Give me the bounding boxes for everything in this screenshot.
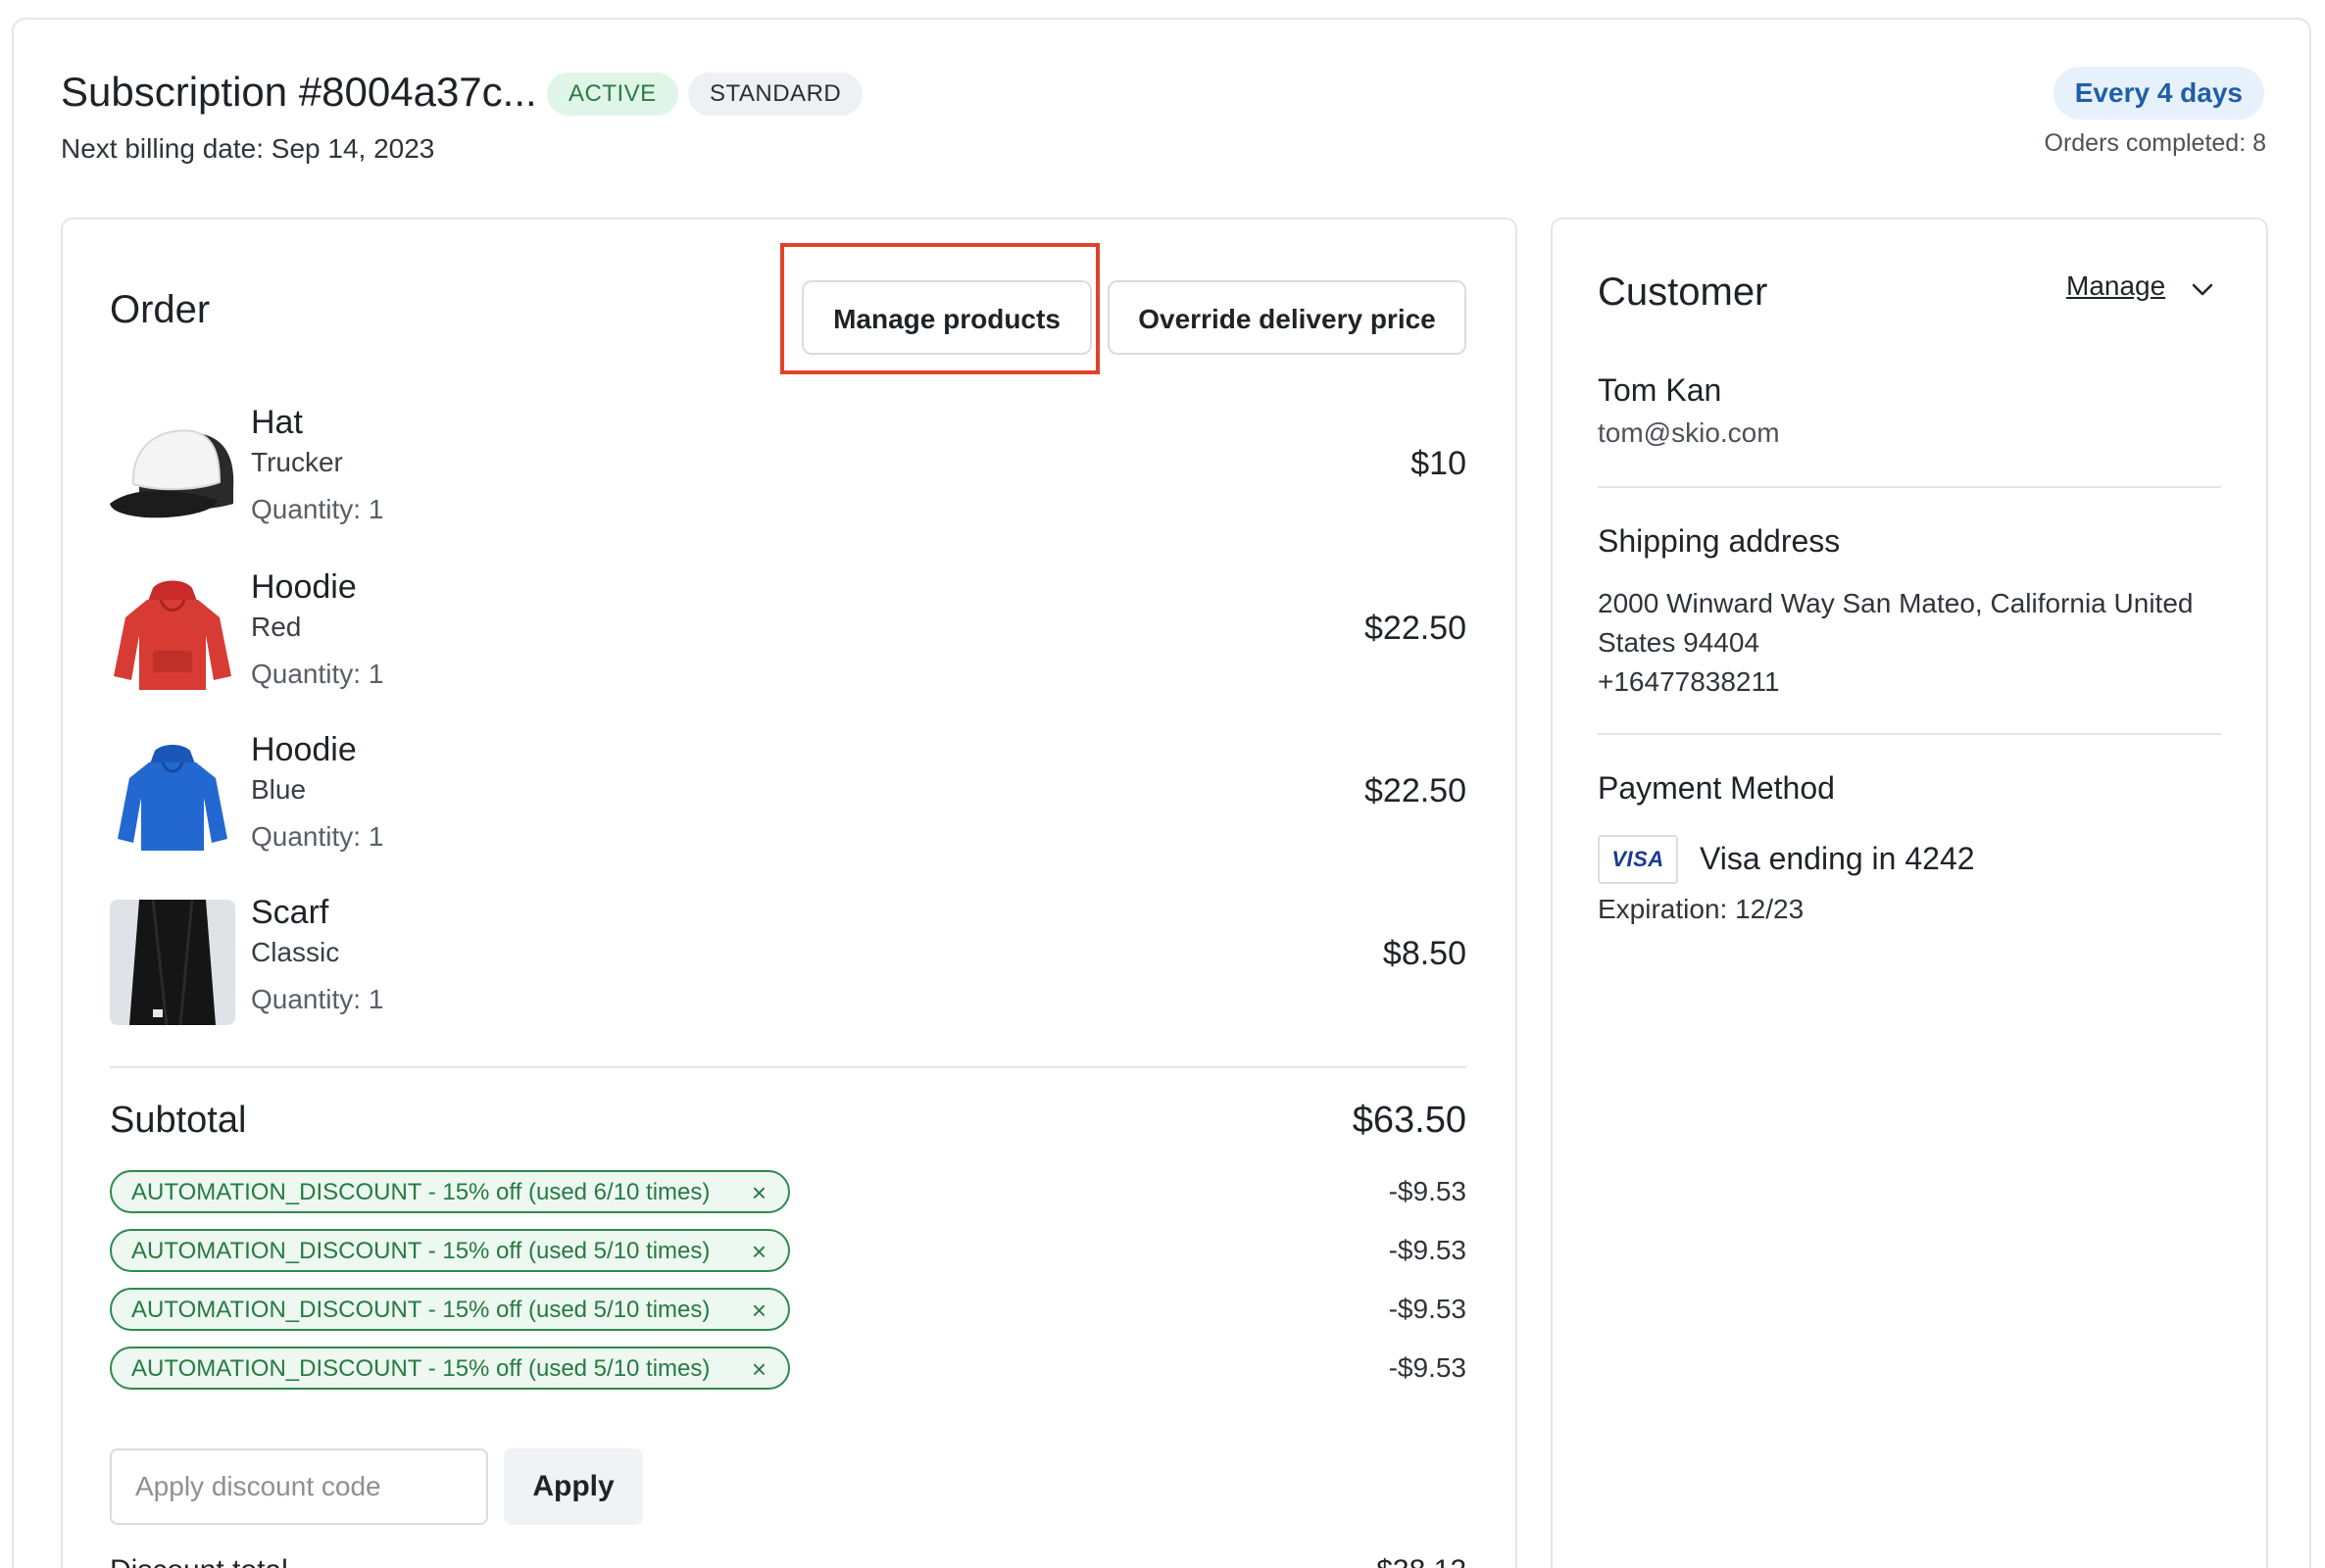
product-quantity: Quantity: 1	[251, 494, 384, 524]
product-variant: Blue	[251, 774, 307, 805]
product-name: Hat	[251, 404, 303, 441]
product-variant: Trucker	[251, 447, 343, 477]
discount-label: AUTOMATION_DISCOUNT - 15% off (used 5/10…	[131, 1297, 711, 1323]
customer-heading: Customer	[1598, 270, 1768, 314]
discount-label: AUTOMATION_DISCOUNT - 15% off (used 6/10…	[131, 1179, 711, 1205]
customer-manage-link[interactable]: Manage	[2066, 270, 2165, 302]
highlight-box	[780, 243, 1100, 374]
product-price: $22.50	[1364, 610, 1466, 647]
product-variant: Red	[251, 612, 302, 642]
shipping-address: 2000 Winward Way San Mateo, California U…	[1598, 584, 2225, 702]
product-row: Hoodie Blue Quantity: 1 $22.50	[110, 727, 1466, 864]
product-row: Hoodie Red Quantity: 1 $22.50	[110, 564, 1466, 702]
card-description: Visa ending in 4242	[1700, 841, 1975, 876]
customer-email: tom@skio.com	[1598, 417, 1780, 448]
discount-total-value: -$38.12	[1366, 1554, 1466, 1568]
discount-row: AUTOMATION_DISCOUNT - 15% off (used 5/10…	[110, 1288, 1466, 1333]
visa-icon: VISA	[1598, 835, 1678, 884]
product-quantity: Quantity: 1	[251, 984, 384, 1014]
status-badge: ACTIVE	[547, 73, 678, 116]
discount-label: AUTOMATION_DISCOUNT - 15% off (used 5/10…	[131, 1355, 711, 1382]
override-delivery-price-button[interactable]: Override delivery price	[1108, 280, 1466, 355]
customer-name: Tom Kan	[1598, 372, 1722, 408]
subscription-title: Subscription #8004a37c...	[61, 69, 537, 115]
orders-completed: Orders completed: 8	[2044, 129, 2267, 157]
remove-discount-icon[interactable]: ×	[752, 1290, 767, 1331]
discount-pill: AUTOMATION_DISCOUNT - 15% off (used 5/10…	[110, 1229, 790, 1272]
product-price: $10	[1410, 445, 1466, 482]
product-name: Scarf	[251, 894, 329, 931]
discount-row: AUTOMATION_DISCOUNT - 15% off (used 5/10…	[110, 1229, 1466, 1274]
product-name: Hoodie	[251, 568, 357, 606]
address-text: 2000 Winward Way San Mateo, California U…	[1598, 588, 2194, 658]
discount-code-input[interactable]	[110, 1448, 488, 1525]
product-row: Scarf Classic Quantity: 1 $8.50	[110, 890, 1466, 1027]
product-quantity: Quantity: 1	[251, 821, 384, 852]
frequency-badge: Every 4 days	[2053, 67, 2264, 120]
order-divider	[110, 1066, 1466, 1068]
shipping-address-title: Shipping address	[1598, 523, 1841, 559]
discount-row: AUTOMATION_DISCOUNT - 15% off (used 5/10…	[110, 1347, 1466, 1392]
type-badge: STANDARD	[688, 73, 864, 116]
apply-discount-button[interactable]: Apply	[504, 1448, 643, 1525]
discount-amount: -$9.53	[1388, 1235, 1466, 1265]
customer-divider	[1598, 486, 2221, 488]
discount-amount: -$9.53	[1388, 1176, 1466, 1206]
discount-pill: AUTOMATION_DISCOUNT - 15% off (used 5/10…	[110, 1347, 790, 1390]
discount-pill: AUTOMATION_DISCOUNT - 15% off (used 5/10…	[110, 1288, 790, 1331]
discount-pill: AUTOMATION_DISCOUNT - 15% off (used 6/10…	[110, 1170, 790, 1213]
shipping-divider	[1598, 733, 2221, 735]
card-expiration: Expiration: 12/23	[1598, 894, 1805, 924]
product-variant: Classic	[251, 937, 340, 967]
remove-discount-icon[interactable]: ×	[752, 1348, 767, 1390]
discount-label: AUTOMATION_DISCOUNT - 15% off (used 5/10…	[131, 1238, 711, 1264]
subtotal-value: $63.50	[1352, 1100, 1466, 1141]
blue-hoodie-icon	[110, 737, 235, 862]
next-billing-date: Next billing date: Sep 14, 2023	[61, 133, 435, 164]
subscription-page: Subscription #8004a37c... ACTIVE STANDAR…	[0, 0, 2325, 1568]
red-hoodie-icon	[110, 574, 235, 700]
product-price: $22.50	[1364, 772, 1466, 809]
product-row: Hat Trucker Quantity: 1 $10	[110, 400, 1466, 537]
product-price: $8.50	[1382, 935, 1466, 972]
phone-number: +16477838211	[1598, 666, 1780, 697]
chevron-down-icon[interactable]	[2188, 274, 2217, 304]
discount-amount: -$9.53	[1388, 1352, 1466, 1383]
remove-discount-icon[interactable]: ×	[752, 1172, 767, 1213]
discount-total-label: Discount total	[110, 1554, 288, 1568]
discount-amount: -$9.53	[1388, 1294, 1466, 1324]
trucker-hat-icon	[110, 410, 235, 535]
payment-method-title: Payment Method	[1598, 770, 1835, 806]
product-name: Hoodie	[251, 731, 357, 768]
subtotal-label: Subtotal	[110, 1100, 247, 1141]
remove-discount-icon[interactable]: ×	[752, 1231, 767, 1272]
order-heading: Order	[110, 288, 211, 331]
discount-row: AUTOMATION_DISCOUNT - 15% off (used 6/10…	[110, 1170, 1466, 1215]
product-quantity: Quantity: 1	[251, 659, 384, 689]
black-scarf-icon	[110, 900, 235, 1025]
